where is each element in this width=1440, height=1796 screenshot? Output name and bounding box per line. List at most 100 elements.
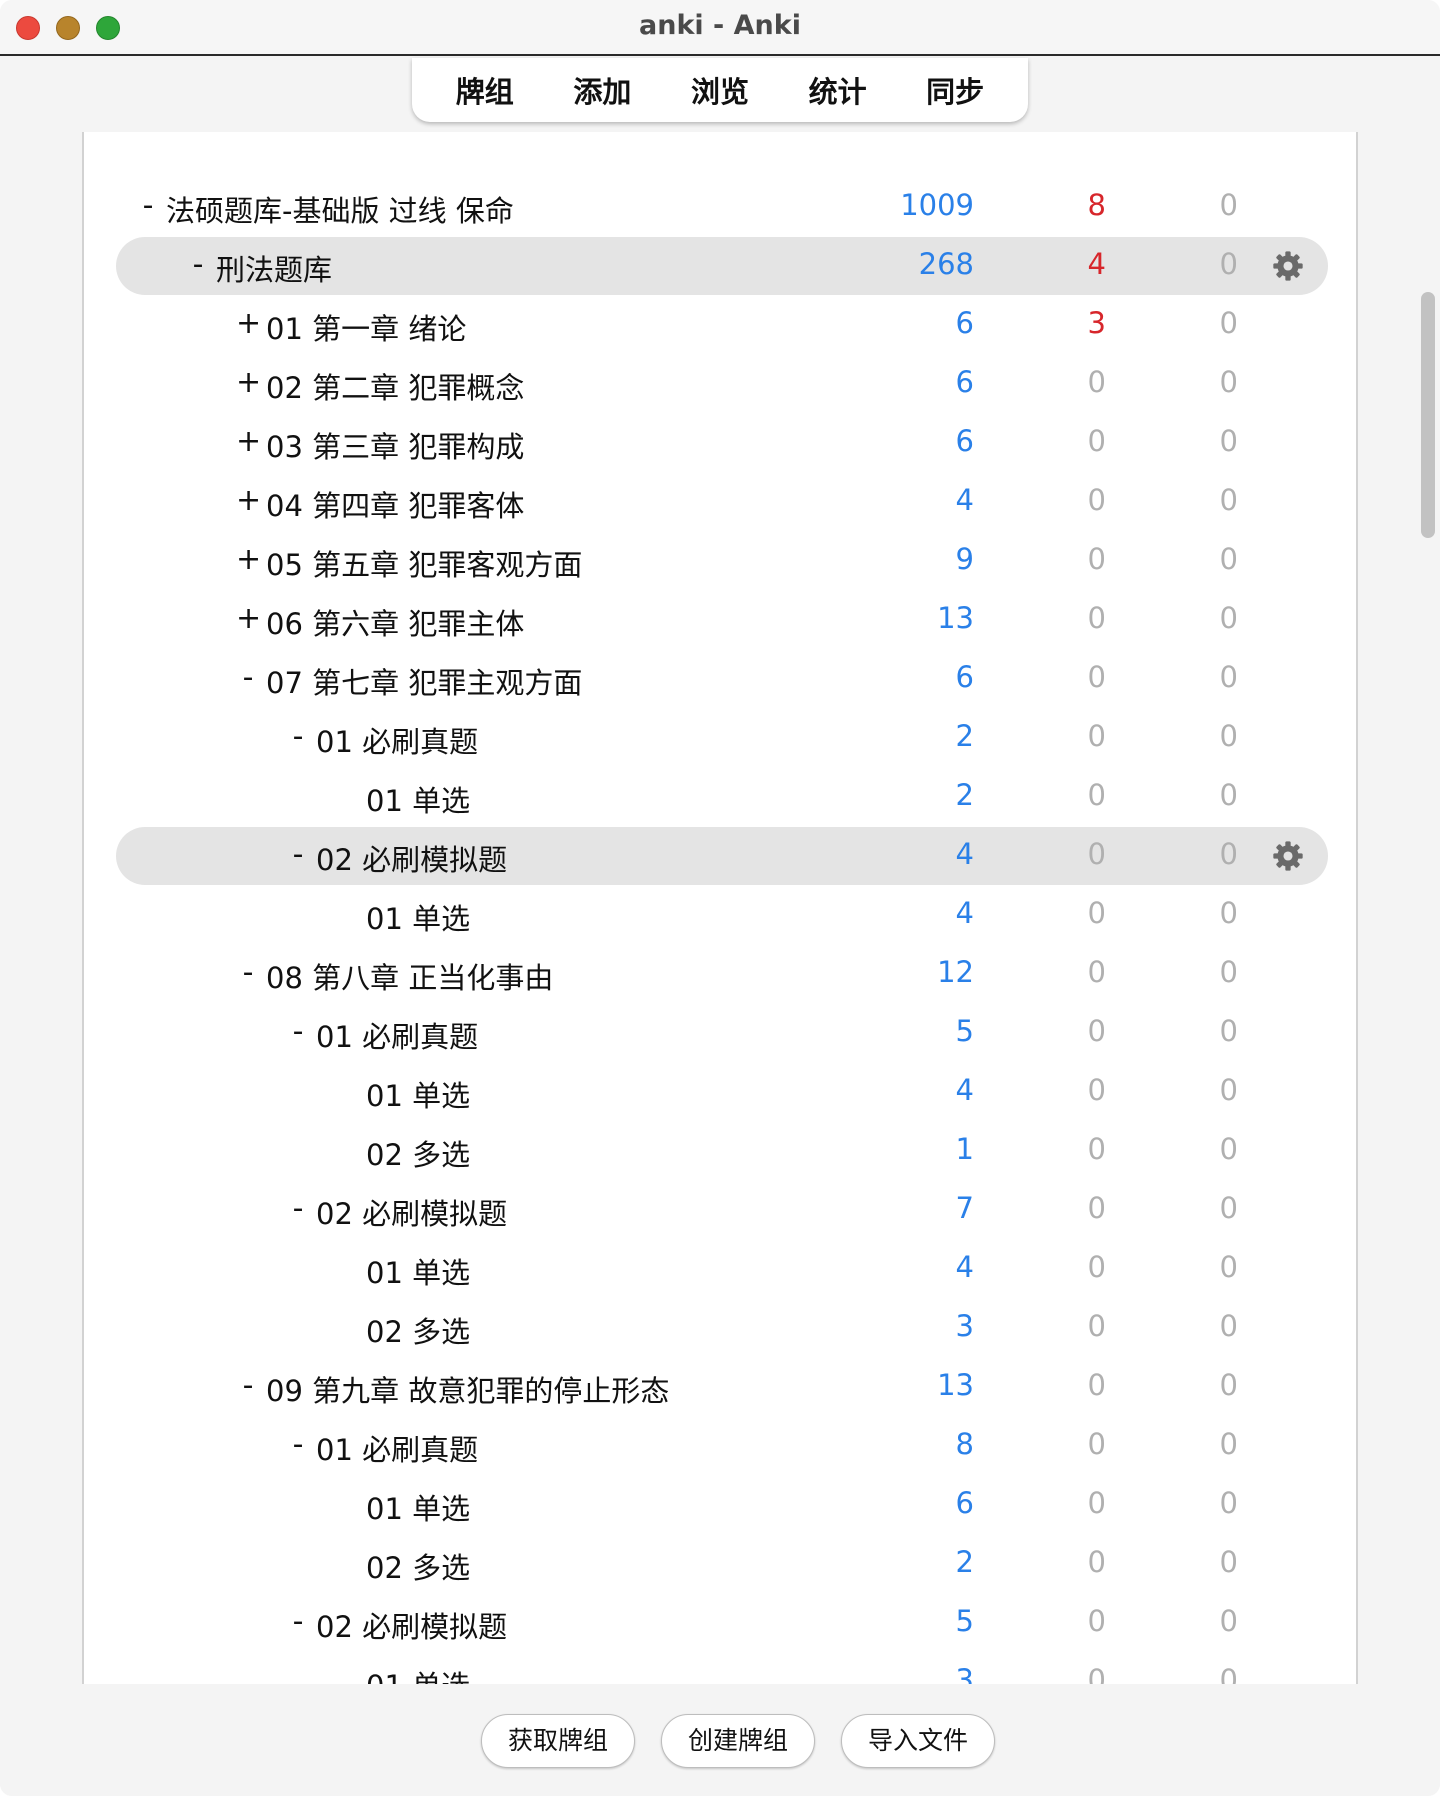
collapse-deck-toggle[interactable]: - <box>236 1368 260 1403</box>
deck-name[interactable]: 02 必刷模拟题 <box>316 1604 507 1646</box>
due-count: 0 <box>1219 1250 1238 1284</box>
deck-name[interactable]: 01 必刷真题 <box>316 719 478 761</box>
deck-row[interactable]: 01 单选 6 0 0 <box>116 1476 1328 1534</box>
deck-name[interactable]: 01 必刷真题 <box>316 1014 478 1056</box>
deck-row[interactable]: -09 第九章 故意犯罪的停止形态 13 0 0 <box>116 1358 1328 1416</box>
import-file-button[interactable]: 导入文件 <box>841 1714 995 1768</box>
deck-row[interactable]: -01 必刷真题 8 0 0 <box>116 1417 1328 1475</box>
deck-name[interactable]: 04 第四章 犯罪客体 <box>266 483 524 525</box>
deck-row[interactable]: +04 第四章 犯罪客体 4 0 0 <box>116 473 1328 531</box>
due-count: 0 <box>1219 483 1238 517</box>
deck-row[interactable]: +03 第三章 犯罪构成 6 0 0 <box>116 414 1328 472</box>
deck-name[interactable]: 法硕题库-基础版 过线 保命 <box>166 188 514 230</box>
learning-count: 3 <box>1087 306 1106 340</box>
new-count: 3 <box>955 1663 974 1684</box>
deck-row[interactable]: 02 多选 2 0 0 <box>116 1535 1328 1593</box>
deck-row[interactable]: 01 单选 4 0 0 <box>116 886 1328 944</box>
deck-name[interactable]: 03 第三章 犯罪构成 <box>266 424 524 466</box>
deck-row[interactable]: +06 第六章 犯罪主体 13 0 0 <box>116 591 1328 649</box>
deck-name[interactable]: 09 第九章 故意犯罪的停止形态 <box>266 1368 669 1410</box>
learning-count: 0 <box>1087 1427 1106 1461</box>
gear-icon[interactable] <box>1272 250 1304 282</box>
due-count: 0 <box>1219 719 1238 753</box>
deck-name[interactable]: 刑法题库 <box>216 247 332 289</box>
new-count: 5 <box>955 1014 974 1048</box>
scrollbar-thumb[interactable] <box>1421 292 1435 538</box>
create-deck-button[interactable]: 创建牌组 <box>661 1714 815 1768</box>
deck-name[interactable]: 01 单选 <box>366 896 470 938</box>
expand-deck-toggle[interactable]: + <box>236 365 261 400</box>
new-count: 6 <box>955 424 974 458</box>
deck-name[interactable]: 02 第二章 犯罪概念 <box>266 365 524 407</box>
deck-name[interactable]: 01 单选 <box>366 1073 470 1115</box>
deck-row[interactable]: - 法硕题库-基础版 过线 保命 1009 8 0 <box>116 178 1328 236</box>
toolbar-browse-button[interactable]: 浏览 <box>681 63 759 117</box>
learning-count: 0 <box>1087 365 1106 399</box>
due-count: 0 <box>1219 1191 1238 1225</box>
deck-name[interactable]: 07 第七章 犯罪主观方面 <box>266 660 582 702</box>
deck-row[interactable]: +02 第二章 犯罪概念 6 0 0 <box>116 355 1328 413</box>
deck-row[interactable]: 02 多选 3 0 0 <box>116 1299 1328 1357</box>
learning-count: 0 <box>1087 955 1106 989</box>
deck-row[interactable]: -02 必刷模拟题 5 0 0 <box>116 1594 1328 1652</box>
toolbar-stats-button[interactable]: 统计 <box>799 63 877 117</box>
collapse-deck-toggle[interactable]: - <box>286 837 310 872</box>
deck-row[interactable]: 01 单选 4 0 0 <box>116 1063 1328 1121</box>
collapse-deck-toggle[interactable]: - <box>286 1427 310 1462</box>
expand-deck-toggle[interactable]: + <box>236 542 261 577</box>
deck-row[interactable]: -07 第七章 犯罪主观方面 6 0 0 <box>116 650 1328 708</box>
deck-name[interactable]: 01 必刷真题 <box>316 1427 478 1469</box>
deck-name[interactable]: 02 多选 <box>366 1545 470 1587</box>
deck-row[interactable]: 01 单选 4 0 0 <box>116 1240 1328 1298</box>
learning-count: 8 <box>1087 188 1106 222</box>
toolbar-decks-button[interactable]: 牌组 <box>446 63 524 117</box>
deck-row[interactable]: -02 必刷模拟题 7 0 0 <box>116 1181 1328 1239</box>
deck-row[interactable]: +01 第一章 绪论 6 3 0 <box>116 296 1328 354</box>
toolbar-sync-button[interactable]: 同步 <box>916 63 994 117</box>
get-shared-decks-button[interactable]: 获取牌组 <box>481 1714 635 1768</box>
collapse-deck-toggle[interactable]: - <box>286 1191 310 1226</box>
learning-count: 0 <box>1087 1545 1106 1579</box>
deck-name[interactable]: 01 单选 <box>366 778 470 820</box>
deck-name[interactable]: 01 第一章 绪论 <box>266 306 466 348</box>
new-count: 13 <box>937 1368 974 1402</box>
collapse-deck-toggle[interactable]: - <box>236 660 260 695</box>
deck-name[interactable]: 02 多选 <box>366 1132 470 1174</box>
deck-row[interactable]: - 刑法题库 268 4 0 <box>116 237 1328 295</box>
deck-name[interactable]: 01 单选 <box>366 1663 470 1684</box>
learning-count: 0 <box>1087 424 1106 458</box>
collapse-deck-toggle[interactable]: - <box>136 188 160 223</box>
deck-row[interactable]: -08 第八章 正当化事由 12 0 0 <box>116 945 1328 1003</box>
expand-deck-toggle[interactable]: + <box>236 306 261 341</box>
deck-name[interactable]: 06 第六章 犯罪主体 <box>266 601 524 643</box>
deck-row[interactable]: 02 多选 1 0 0 <box>116 1122 1328 1180</box>
learning-count: 0 <box>1087 1014 1106 1048</box>
gear-icon[interactable] <box>1272 840 1304 872</box>
deck-name[interactable]: 01 单选 <box>366 1250 470 1292</box>
deck-name[interactable]: 01 单选 <box>366 1486 470 1528</box>
deck-name[interactable]: 02 必刷模拟题 <box>316 837 507 879</box>
deck-row[interactable]: +05 第五章 犯罪客观方面 9 0 0 <box>116 532 1328 590</box>
deck-name[interactable]: 02 多选 <box>366 1309 470 1351</box>
due-count: 0 <box>1219 896 1238 930</box>
toolbar-add-button[interactable]: 添加 <box>563 63 641 117</box>
expand-deck-toggle[interactable]: + <box>236 483 261 518</box>
deck-row[interactable]: -01 必刷真题 2 0 0 <box>116 709 1328 767</box>
deck-name[interactable]: 05 第五章 犯罪客观方面 <box>266 542 582 584</box>
collapse-deck-toggle[interactable]: - <box>186 247 210 282</box>
collapse-deck-toggle[interactable]: - <box>286 719 310 754</box>
collapse-deck-toggle[interactable]: - <box>286 1014 310 1049</box>
learning-count: 0 <box>1087 719 1106 753</box>
deck-name[interactable]: 08 第八章 正当化事由 <box>266 955 553 997</box>
expand-deck-toggle[interactable]: + <box>236 424 261 459</box>
deck-row[interactable]: 01 单选 2 0 0 <box>116 768 1328 826</box>
deck-row[interactable]: 01 单选 3 0 0 <box>116 1653 1328 1684</box>
new-count: 2 <box>955 1545 974 1579</box>
collapse-deck-toggle[interactable]: - <box>286 1604 310 1639</box>
deck-row[interactable]: -02 必刷模拟题 4 0 0 <box>116 827 1328 885</box>
expand-deck-toggle[interactable]: + <box>236 601 261 636</box>
deck-name[interactable]: 02 必刷模拟题 <box>316 1191 507 1233</box>
due-count: 0 <box>1219 1309 1238 1343</box>
collapse-deck-toggle[interactable]: - <box>236 955 260 990</box>
deck-row[interactable]: -01 必刷真题 5 0 0 <box>116 1004 1328 1062</box>
